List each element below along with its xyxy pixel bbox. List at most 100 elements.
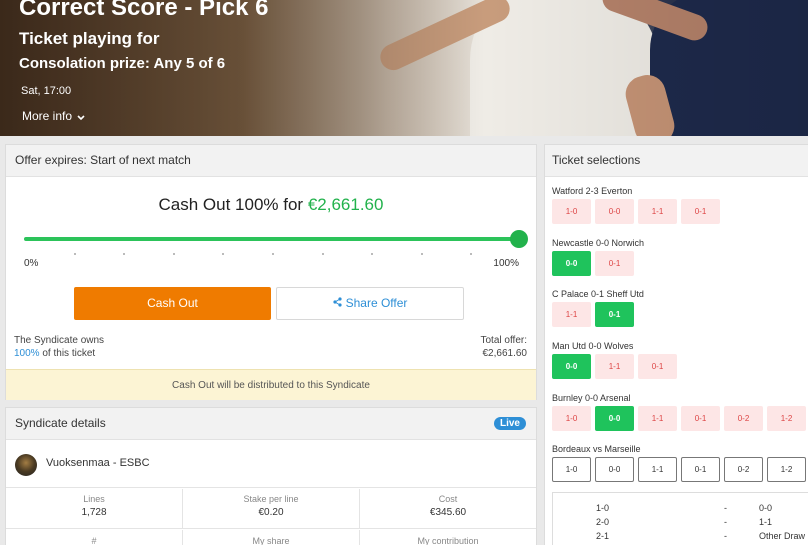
slider-tick	[321, 253, 324, 255]
syndicate-details-card: Syndicate details Live Vuoksenmaa - ESBC…	[5, 407, 537, 545]
score-chip[interactable]: 1-2	[767, 457, 806, 482]
live-badge: Live	[493, 417, 526, 430]
slider-max-label: 100%	[493, 258, 519, 269]
score-chip[interactable]: 0-0	[595, 457, 634, 482]
score-chip[interactable]: 1-1	[638, 406, 677, 431]
stat-value: €345.60	[429, 507, 467, 518]
slider-tick	[272, 253, 274, 255]
table-cell: 2-0	[596, 517, 610, 527]
slider-tick	[470, 253, 473, 255]
score-chip[interactable]: 0-1	[681, 406, 720, 431]
table-cell: 2-1	[596, 531, 610, 541]
syndicate-stats-2: # My share My contribution	[6, 530, 536, 545]
avatar	[15, 454, 37, 476]
more-info-link[interactable]: More info	[22, 109, 85, 124]
score-chip[interactable]: 0-0	[552, 251, 591, 276]
distribution-notice: Cash Out will be distributed to this Syn…	[6, 369, 536, 400]
table-row: 2-0 - 1-1	[553, 517, 808, 531]
score-chip[interactable]: 1-0	[552, 457, 591, 482]
table-cell: -	[724, 503, 727, 513]
score-chip[interactable]: 0-2	[724, 406, 763, 431]
score-chip[interactable]: 0-0	[595, 406, 634, 431]
share-offer-label: Share Offer	[345, 296, 408, 310]
stat-label: #	[91, 536, 97, 545]
stat-label: Stake per line	[243, 494, 299, 504]
cash-out-button[interactable]: Cash Out	[74, 287, 271, 320]
cash-out-amount: €2,661.60	[307, 195, 384, 214]
ownership-info: The Syndicate owns 100% of this ticket	[14, 334, 104, 360]
owns-line2: of this ticket	[39, 348, 96, 359]
cash-out-prefix: Cash Out 100% for	[158, 195, 308, 214]
match-name: Burnley 0-0 Arsenal	[552, 393, 631, 403]
chevron-down-icon	[77, 110, 85, 124]
table-cell: Other Draw	[759, 531, 806, 541]
table-cell: 1-0	[596, 503, 610, 513]
score-chip[interactable]: 0-0	[595, 199, 634, 224]
syndicate-row[interactable]: Vuoksenmaa - ESBC	[6, 441, 536, 488]
total-offer: Total offer: €2,661.60	[480, 334, 527, 360]
table-cell: 0-0	[759, 503, 773, 513]
owns-percent: 100%	[14, 348, 40, 359]
cash-out-summary: Cash Out 100% for €2,661.60	[6, 195, 536, 215]
stat-label: My contribution	[417, 536, 479, 545]
match-time: Sat, 17:00	[21, 85, 72, 97]
match-name: Watford 2-3 Everton	[552, 186, 633, 196]
stat-value: €0.20	[258, 507, 284, 518]
share-offer-button[interactable]: Share Offer	[276, 287, 464, 320]
match-name: C Palace 0-1 Sheff Utd	[552, 289, 644, 299]
score-options-table: 1-0 - 0-0 2-0 - 1-1 2-1 - Other Draw	[552, 492, 808, 545]
slider-tick	[172, 253, 175, 255]
total-offer-value: €2,661.60	[482, 348, 528, 359]
score-chip[interactable]: 1-1	[638, 457, 677, 482]
match-name: Newcastle 0-0 Norwich	[552, 238, 645, 248]
stat-count: #	[6, 530, 183, 545]
table-row: 2-1 - Other Draw	[553, 531, 808, 545]
score-chip-row: 0-0 1-1 0-1	[552, 354, 677, 379]
more-info-label: More info	[22, 109, 73, 123]
score-chip[interactable]: 0-2	[724, 457, 763, 482]
stat-label: Cost	[438, 494, 458, 504]
score-chip[interactable]: 0-1	[595, 302, 634, 327]
score-chip-row: 1-0 0-0 1-1 0-1	[552, 199, 720, 224]
stat-stake: Stake per line €0.20	[183, 489, 360, 528]
score-chip[interactable]: 1-1	[595, 354, 634, 379]
syndicate-stats: Lines 1,728 Stake per line €0.20 Cost €3…	[6, 489, 536, 529]
stat-my-contribution: My contribution	[360, 530, 536, 545]
slider-tick	[420, 253, 423, 255]
cash-out-slider-track[interactable]	[24, 237, 520, 241]
table-cell: 1-1	[759, 517, 773, 527]
table-row: 1-0 - 0-0	[553, 503, 808, 517]
stat-label: Lines	[83, 494, 105, 504]
stat-lines: Lines 1,728	[6, 489, 183, 528]
stat-cost: Cost €345.60	[360, 489, 536, 528]
score-chip-row: 1-0 0-0 1-1 0-1 0-2 1-2	[552, 457, 806, 482]
page-title: Correct Score - Pick 6	[19, 0, 269, 21]
score-chip[interactable]: 1-1	[552, 302, 591, 327]
slider-min-label: 0%	[24, 258, 39, 269]
slider-tick	[73, 253, 76, 255]
owns-line1: The Syndicate owns	[14, 335, 105, 346]
score-chip[interactable]: 0-0	[552, 354, 591, 379]
offer-expires: Offer expires: Start of next match	[6, 145, 536, 177]
ticket-selections-card: Ticket selections 1-0 - 0-0 2-0 - 1-1 2-…	[544, 144, 808, 545]
slider-tick	[222, 253, 225, 255]
score-chip[interactable]: 1-0	[552, 199, 591, 224]
score-chip[interactable]: 1-2	[767, 406, 806, 431]
score-chip[interactable]: 0-1	[595, 251, 634, 276]
score-chip[interactable]: 0-1	[681, 457, 720, 482]
stat-label: My share	[252, 536, 290, 545]
slider-tick	[123, 253, 126, 255]
consolation-prize: Consolation prize: Any 5 of 6	[19, 55, 226, 72]
table-cell: -	[724, 531, 727, 541]
syndicate-name: Vuoksenmaa - ESBC	[46, 457, 150, 469]
share-icon	[332, 288, 342, 319]
score-chip[interactable]: 1-0	[552, 406, 591, 431]
match-name: Man Utd 0-0 Wolves	[552, 341, 634, 351]
score-chip[interactable]: 0-1	[681, 199, 720, 224]
table-cell: -	[724, 517, 727, 527]
stat-value: 1,728	[81, 507, 107, 518]
score-chip[interactable]: 1-1	[638, 199, 677, 224]
score-chip[interactable]: 0-1	[638, 354, 677, 379]
score-chip-row: 1-1 0-1	[552, 302, 634, 327]
cash-out-slider-handle[interactable]	[510, 230, 528, 248]
